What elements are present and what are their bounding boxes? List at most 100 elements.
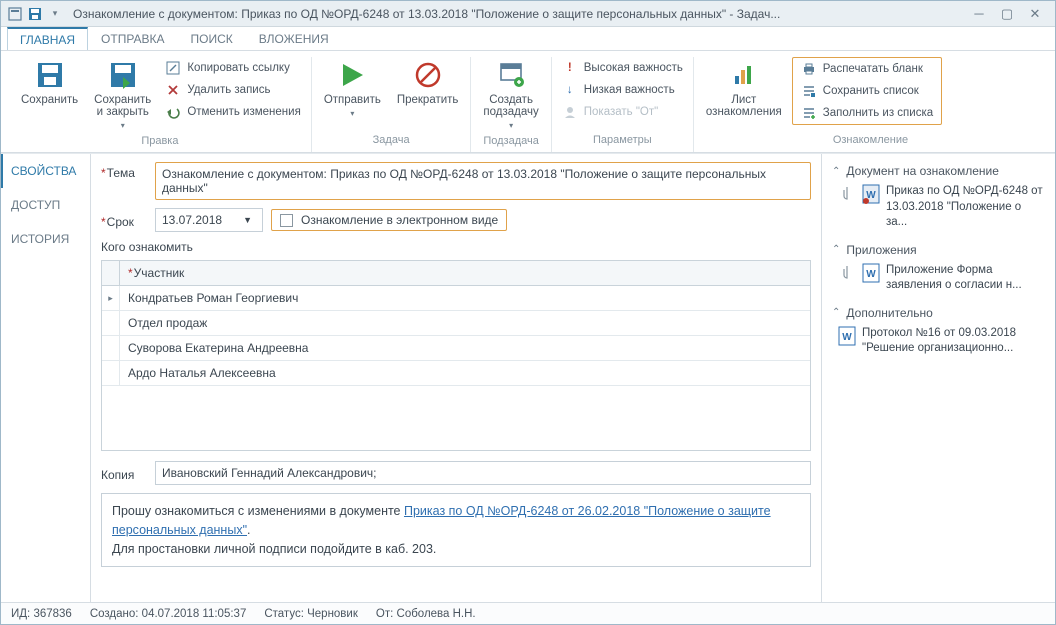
doc-item[interactable]: W Приказ по ОД №ОРД-6248 от 13.03.2018 "… [832,184,1045,231]
word-icon: W [862,184,880,204]
word-icon: W [862,263,880,283]
ribbon-group-task: Отправить ▾ Прекратить Задача [312,57,472,152]
copy-label: Копия [101,464,147,482]
minimize-button[interactable]: ─ [965,6,993,21]
right-panel: ⌃Документ на ознакомление W Приказ по ОД… [821,154,1055,602]
window-title: Ознакомление с документом: Приказ по ОД … [73,7,965,21]
link-icon [165,60,181,76]
ribbon-group-subtask: Создать подзадачу ▾ Подзадача [471,57,551,152]
ribbon-group-ack: Лист ознакомления Распечатать бланк Сохр… [694,57,1047,152]
list-save-icon [801,83,817,99]
theme-input[interactable]: Ознакомление с документом: Приказ по ОД … [155,162,811,200]
user-icon [562,104,578,120]
collapse-icon[interactable]: ⌃ [832,244,840,255]
chevron-down-icon[interactable]: ▼ [239,215,256,225]
chevron-down-icon: ▾ [350,109,354,118]
ribbon-tabs: ГЛАВНАЯ ОТПРАВКА ПОИСК ВЛОЖЕНИЯ [1,27,1055,51]
extra-section-title: ⌃Дополнительно [832,306,1045,320]
stop-button[interactable]: Прекратить [391,57,465,108]
copy-input[interactable]: Ивановский Геннадий Александрович; [155,461,811,485]
ack-sheet-button[interactable]: Лист ознакомления [700,57,788,120]
participants-grid[interactable]: *Участник ▸Кондратьев Роман Георгиевич О… [101,260,811,451]
arrow-down-icon: ↓ [562,82,578,98]
show-from-button: Показать "От" [558,103,687,121]
ribbon-caption-subtask: Подзадача [477,132,544,152]
row-expand-icon[interactable]: ▸ [102,286,120,310]
word-icon: W [838,326,856,346]
deadline-label: *Срок [101,211,147,229]
subtask-icon [495,59,527,91]
delete-button[interactable]: Удалить запись [161,81,305,99]
ribbon-group-params: !Высокая важность ↓Низкая важность Показ… [552,57,694,152]
electronic-checkbox-wrap[interactable]: Ознакомление в электронном виде [271,209,507,231]
tab-history[interactable]: ИСТОРИЯ [1,222,90,256]
checkbox-icon[interactable] [280,214,293,227]
attach-section-title: ⌃Приложения [832,243,1045,257]
delete-icon [165,82,181,98]
undo-button[interactable]: Отменить изменения [161,103,305,121]
high-priority-button[interactable]: !Высокая важность [558,59,687,77]
svg-text:W: W [842,332,852,343]
extra-item[interactable]: W Протокол №16 от 09.03.2018 "Решение ор… [832,326,1045,357]
print-blank-button[interactable]: Распечатать бланк [797,60,937,78]
deadline-input[interactable]: 13.07.2018 ▼ [155,208,263,232]
ribbon-caption-edit: Правка [15,132,305,152]
table-row[interactable]: Суворова Екатерина Андреевна [102,336,810,361]
clip-icon [838,184,856,204]
excl-red-icon: ! [562,60,578,76]
list-plus-icon [801,105,817,121]
save-list-button[interactable]: Сохранить список [797,82,937,100]
ack-actions-group: Распечатать бланк Сохранить список Запол… [792,57,942,125]
dropdown-icon[interactable]: ▾ [47,6,63,22]
maximize-button[interactable]: ▢ [993,6,1021,22]
tab-properties[interactable]: СВОЙСТВА [1,154,90,188]
electronic-label: Ознакомление в электронном виде [301,213,498,227]
create-subtask-button[interactable]: Создать подзадачу ▾ [477,57,544,132]
fill-list-button[interactable]: Заполнить из списка [797,104,937,122]
save-icon[interactable] [27,6,43,22]
table-row[interactable]: Ардо Наталья Алексеевна [102,361,810,386]
status-status: Статус: Черновик [264,608,358,620]
ribbon-caption-params: Параметры [558,131,687,151]
floppy-arrow-icon [107,59,139,91]
ribbon: Сохранить Сохранить и закрыть ▾ Копирова… [1,51,1055,153]
low-priority-button[interactable]: ↓Низкая важность [558,81,687,99]
doc-section-title: ⌃Документ на ознакомление [832,164,1045,178]
attach-item[interactable]: W Приложение Форма заявления о согласии … [832,263,1045,294]
table-row[interactable]: Отдел продаж [102,311,810,336]
chart-icon [728,59,760,91]
play-icon [336,59,368,91]
table-row[interactable]: ▸Кондратьев Роман Георгиевич [102,286,810,311]
copy-link-button[interactable]: Копировать ссылку [161,59,305,77]
status-from: От: Соболева Н.Н. [376,608,476,620]
collapse-icon[interactable]: ⌃ [832,307,840,318]
app-window: ▾ Ознакомление с документом: Приказ по О… [0,0,1056,625]
close-button[interactable]: ✕ [1021,6,1049,22]
chevron-down-icon: ▾ [509,121,513,130]
ribbon-caption-ack: Ознакомление [700,131,1041,151]
status-id: ИД: 367836 [11,608,72,620]
who-label: Кого ознакомить [101,240,811,254]
notes-box[interactable]: Прошу ознакомиться с изменениями в докум… [101,493,811,567]
chevron-down-icon: ▾ [121,121,125,130]
status-created: Создано: 04.07.2018 11:05:37 [90,608,247,620]
save-close-button[interactable]: Сохранить и закрыть ▾ [88,57,157,132]
send-button[interactable]: Отправить ▾ [318,57,387,120]
tab-access[interactable]: ДОСТУП [1,188,90,222]
statusbar: ИД: 367836 Создано: 04.07.2018 11:05:37 … [1,602,1055,624]
clip-icon [838,263,856,283]
left-tabs: СВОЙСТВА ДОСТУП ИСТОРИЯ [1,154,91,602]
collapse-icon[interactable]: ⌃ [832,166,840,177]
save-button[interactable]: Сохранить [15,57,84,108]
stop-icon [412,59,444,91]
tab-main[interactable]: ГЛАВНАЯ [7,27,88,50]
ribbon-group-edit: Сохранить Сохранить и закрыть ▾ Копирова… [9,57,312,152]
undo-icon [165,104,181,120]
ribbon-caption-task: Задача [318,131,465,151]
participant-header: *Участник [120,261,810,285]
theme-label: *Тема [101,162,147,180]
body: СВОЙСТВА ДОСТУП ИСТОРИЯ *Тема Ознакомлен… [1,153,1055,602]
tab-search[interactable]: ПОИСК [178,27,246,50]
tab-send[interactable]: ОТПРАВКА [88,27,178,50]
tab-attachments[interactable]: ВЛОЖЕНИЯ [246,27,342,50]
